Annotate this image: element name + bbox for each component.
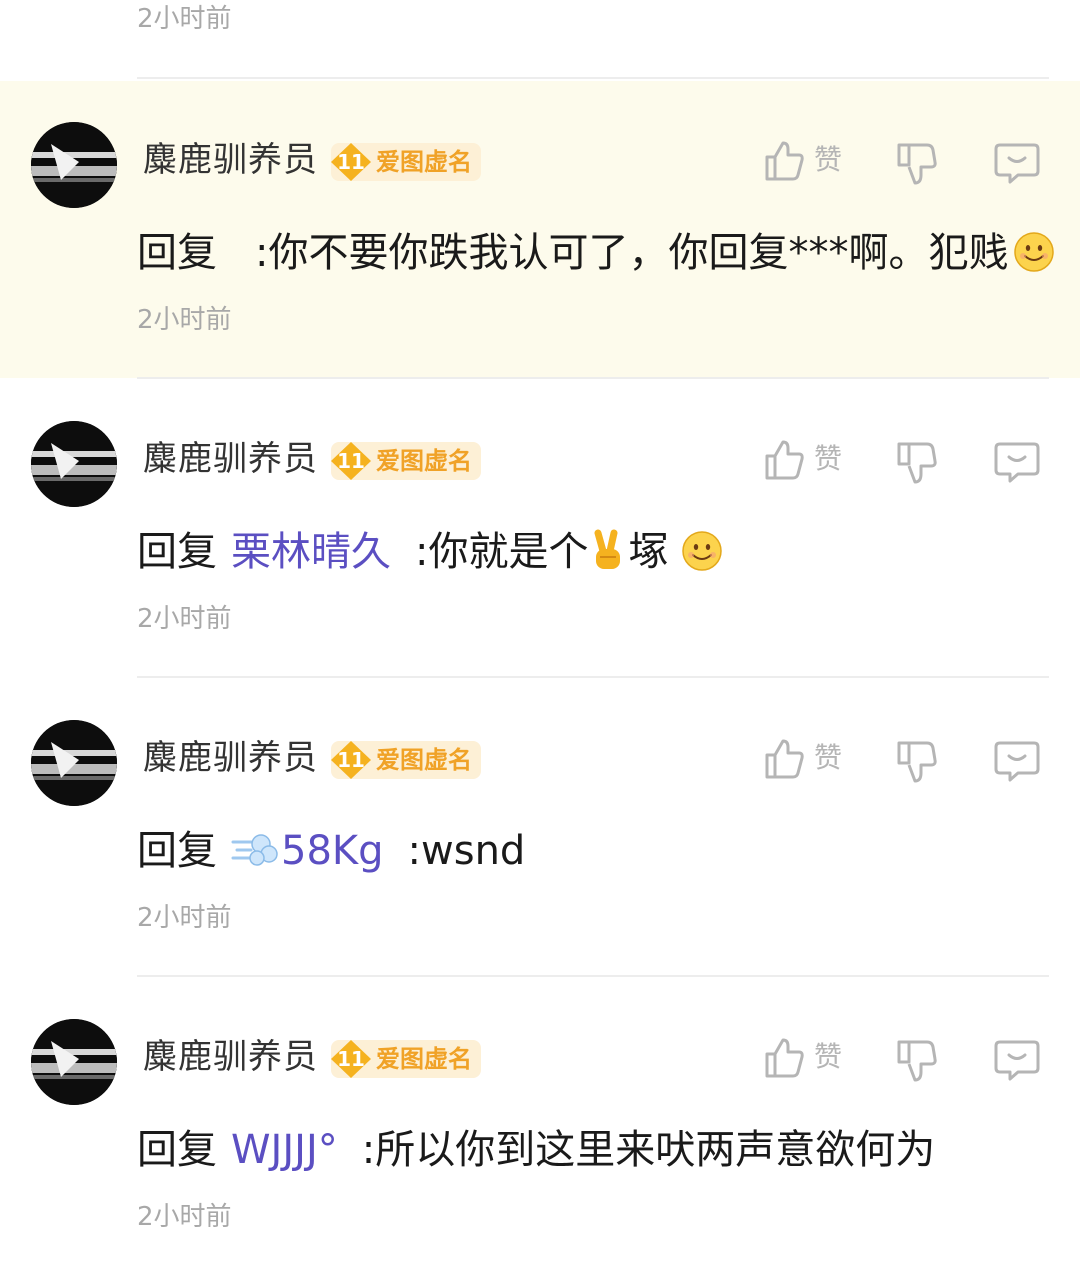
level-badge: 11 爱图虚名 <box>331 741 481 779</box>
reply-label: 回复 <box>137 1127 217 1173</box>
comment-content-end: 塚 <box>628 529 669 575</box>
victory-hand-emoji <box>594 529 621 569</box>
like-button[interactable]: 赞 <box>764 139 854 189</box>
reply-button[interactable] <box>994 438 1040 484</box>
divider <box>137 77 1049 79</box>
comment-item: 麋鹿驯养员 11 爱图虚名 赞 回复 栗林晴久 :你就是个 塚 2小时前 <box>0 380 1080 677</box>
thumbs-up-icon <box>765 141 804 181</box>
mention-link[interactable]: 58Kg <box>281 828 384 874</box>
username[interactable]: 麋鹿驯养员 <box>143 139 318 181</box>
timestamp: 2小时前 <box>137 604 232 634</box>
divider <box>137 676 1049 678</box>
thumbs-up-icon <box>765 739 804 779</box>
badge-level: 11 <box>337 1047 365 1071</box>
reply-button[interactable] <box>994 1036 1040 1082</box>
comment-item: 麋鹿驯养员 11 爱图虚名 赞 回复 WJJJJ°:所以你到这里来吠两声意欲何为 … <box>0 978 1080 1275</box>
comment-item: 麋鹿驯养员 11 爱图虚名 赞 回复 58Kg :wsnd 2小时前 <box>0 679 1080 976</box>
comment-text: 回复 58Kg :wsnd <box>137 825 525 877</box>
comment-text: 回复 WJJJJ° :所以你到这里来吠两声意欲何为 <box>137 1124 935 1176</box>
badge-title: 爱图虚名 <box>376 447 472 475</box>
mention-link[interactable]: WJJJJ° <box>231 1127 338 1173</box>
comment-text: 回复 栗林晴久 :你就是个 塚 <box>137 526 723 578</box>
thumbs-down-icon <box>897 442 937 484</box>
thumbs-up-icon <box>765 1038 804 1078</box>
timestamp: 2小时前 <box>137 4 232 34</box>
like-label: 赞 <box>814 143 843 176</box>
reply-label: 回复 <box>137 529 217 575</box>
comment-content: :所以你到这里来吠两声意欲何为 <box>361 1127 936 1173</box>
like-label: 赞 <box>814 1040 843 1073</box>
dash-emoji <box>231 834 278 866</box>
username[interactable]: 麋鹿驯养员 <box>143 1036 318 1078</box>
like-button[interactable]: 赞 <box>764 1036 854 1086</box>
username[interactable]: 麋鹿驯养员 <box>143 438 318 480</box>
comment-content: :你不要你跌我认可了，你回复***啊。犯贱 <box>255 230 1009 276</box>
thumbs-down-icon <box>897 741 937 783</box>
level-badge: 11 爱图虚名 <box>331 143 481 181</box>
badge-level: 11 <box>337 150 365 174</box>
badge-level: 11 <box>337 449 365 473</box>
level-badge: 11 爱图虚名 <box>331 442 481 480</box>
reply-label: 回复 <box>137 828 217 874</box>
like-label: 赞 <box>814 442 843 475</box>
badge-level: 11 <box>337 748 365 772</box>
reply-button[interactable] <box>994 737 1040 783</box>
comment-item: 麋鹿驯养员 11 爱图虚名 赞 回复 :你不要你跌我认可了，你回复***啊。犯贱 <box>0 81 1080 378</box>
badge-title: 爱图虚名 <box>376 148 472 176</box>
avatar[interactable] <box>31 720 117 806</box>
dislike-button[interactable] <box>895 440 939 486</box>
comment-bubble-icon <box>994 1040 1040 1081</box>
like-button[interactable]: 赞 <box>764 737 854 787</box>
comment-bubble-icon <box>994 442 1040 483</box>
timestamp: 2小时前 <box>137 1202 232 1232</box>
smile-emoji <box>682 531 723 571</box>
timestamp: 2小时前 <box>137 305 232 335</box>
dislike-button[interactable] <box>895 1038 939 1084</box>
timestamp: 2小时前 <box>137 903 232 933</box>
level-badge: 11 爱图虚名 <box>331 1040 481 1078</box>
avatar[interactable] <box>31 1019 117 1105</box>
like-button[interactable]: 赞 <box>764 438 854 488</box>
thumbs-down-icon <box>897 1040 937 1082</box>
username[interactable]: 麋鹿驯养员 <box>143 737 318 779</box>
smile-emoji <box>1014 232 1055 272</box>
divider <box>137 377 1049 379</box>
avatar[interactable] <box>31 122 117 208</box>
thumbs-down-icon <box>897 143 937 185</box>
reply-button[interactable] <box>994 139 1040 185</box>
comment-bubble-icon <box>994 143 1040 184</box>
badge-title: 爱图虚名 <box>376 1045 472 1073</box>
comment-text: 回复 :你不要你跌我认可了，你回复***啊。犯贱 <box>137 227 1055 279</box>
reply-label: 回复 <box>137 230 217 276</box>
avatar[interactable] <box>31 421 117 507</box>
thumbs-up-icon <box>765 440 804 480</box>
comment-content: :wsnd <box>407 828 526 874</box>
like-label: 赞 <box>814 741 843 774</box>
comment-bubble-icon <box>994 741 1040 782</box>
comment-content: :你就是个 <box>415 529 589 575</box>
badge-title: 爱图虚名 <box>376 746 472 774</box>
dislike-button[interactable] <box>895 739 939 785</box>
mention-link[interactable]: 栗林晴久 <box>231 529 391 575</box>
dislike-button[interactable] <box>895 141 939 187</box>
divider <box>137 975 1049 977</box>
